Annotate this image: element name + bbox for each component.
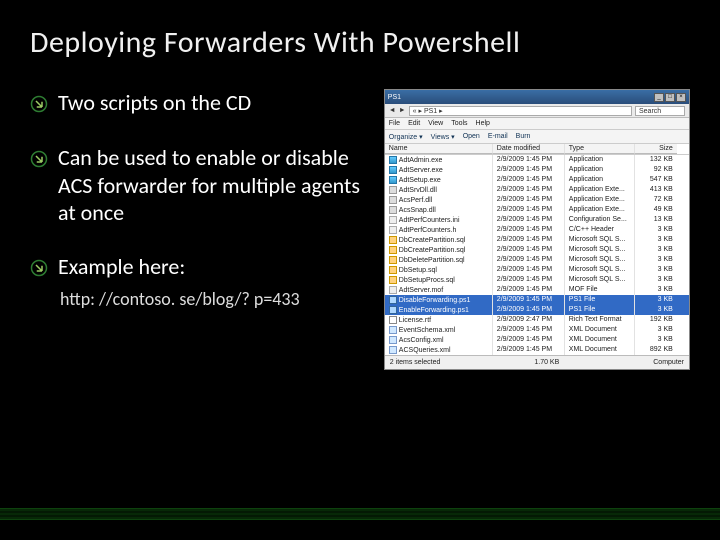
status-items: 2 items selected	[390, 359, 441, 366]
minimize-button[interactable]: _	[654, 93, 664, 102]
bullet-item: Two scripts on the CD	[30, 89, 366, 118]
search-field[interactable]: Search	[635, 106, 685, 116]
explorer-title: PS1	[388, 94, 401, 101]
file-row[interactable]: License.rtf2/9/2009 2:47 PMRich Text For…	[385, 315, 689, 325]
file-icon	[389, 316, 397, 324]
file-icon	[389, 186, 397, 194]
file-row[interactable]: DisableForwarding.ps12/9/2009 1:45 PMPS1…	[385, 295, 689, 305]
file-icon	[389, 296, 397, 304]
bullet-item: Can be used to enable or disable ACS for…	[30, 144, 366, 227]
tool-views[interactable]: Views ▾	[431, 133, 455, 141]
status-location: Computer	[653, 359, 684, 366]
file-row[interactable]: AcsConfig.xml2/9/2009 1:45 PMXML Documen…	[385, 335, 689, 345]
file-row[interactable]: EventSchema.xml2/9/2009 1:45 PMXML Docum…	[385, 325, 689, 335]
maximize-button[interactable]: □	[665, 93, 675, 102]
file-row[interactable]: DbCreatePartition.sql2/9/2009 1:45 PMMic…	[385, 245, 689, 255]
file-icon	[389, 256, 397, 264]
close-button[interactable]: ×	[676, 93, 686, 102]
menu-edit[interactable]: Edit	[408, 120, 420, 127]
file-icon	[389, 216, 397, 224]
file-icon	[389, 166, 397, 174]
menu-tools[interactable]: Tools	[451, 120, 467, 127]
tool-email[interactable]: E-mail	[488, 133, 508, 140]
bullet-arrow-icon	[30, 95, 48, 118]
file-icon	[389, 236, 397, 244]
file-icon	[389, 286, 397, 294]
tool-organize[interactable]: Organize ▾	[389, 133, 423, 141]
tool-burn[interactable]: Burn	[516, 133, 531, 140]
file-row[interactable]: AdtAdmin.exe2/9/2009 1:45 PMApplication1…	[385, 155, 689, 165]
col-type[interactable]: Type	[565, 144, 635, 154]
file-icon	[389, 346, 397, 354]
col-name[interactable]: Name	[385, 144, 493, 154]
file-row[interactable]: DbDeletePartition.sql2/9/2009 1:45 PMMic…	[385, 255, 689, 265]
explorer-filelist: AdtAdmin.exe2/9/2009 1:45 PMApplication1…	[385, 155, 689, 355]
decorative-stripe	[0, 508, 720, 520]
file-icon	[389, 176, 397, 184]
bullet-arrow-icon	[30, 150, 48, 173]
example-url: http: //contoso. se/blog/? p=433	[60, 288, 366, 310]
status-size: 1.70 KB	[534, 359, 559, 366]
bullet-arrow-icon	[30, 259, 48, 282]
file-icon	[389, 326, 397, 334]
explorer-menubar: File Edit View Tools Help	[385, 118, 689, 130]
tool-open[interactable]: Open	[463, 133, 480, 140]
explorer-addressbar: ◄ ► « ▸ PS1 ▸ Search	[385, 104, 689, 118]
file-row[interactable]: ACSQueries.xml2/9/2009 1:45 PMXML Docume…	[385, 345, 689, 355]
file-icon	[389, 156, 397, 164]
file-icon	[389, 336, 397, 344]
bullet-list: Two scripts on the CD Can be used to ena…	[30, 89, 366, 370]
file-row[interactable]: AdtPerfCounters.ini2/9/2009 1:45 PMConfi…	[385, 215, 689, 225]
file-row[interactable]: DbSetup.sql2/9/2009 1:45 PMMicrosoft SQL…	[385, 265, 689, 275]
explorer-window: PS1 _ □ × ◄ ► « ▸ PS1 ▸ Search File Edit…	[384, 89, 690, 370]
file-row[interactable]: AcsSnap.dll2/9/2009 1:45 PMApplication E…	[385, 205, 689, 215]
bullet-text: Two scripts on the CD	[58, 89, 251, 117]
file-row[interactable]: AdtSrvDll.dll2/9/2009 1:45 PMApplication…	[385, 185, 689, 195]
file-icon	[389, 206, 397, 214]
explorer-toolbar: Organize ▾ Views ▾ Open E-mail Burn	[385, 130, 689, 144]
file-icon	[389, 266, 397, 274]
file-row[interactable]: AdtServer.exe2/9/2009 1:45 PMApplication…	[385, 165, 689, 175]
bullet-item: Example here:	[30, 253, 366, 282]
explorer-titlebar: PS1 _ □ ×	[385, 90, 689, 104]
menu-help[interactable]: Help	[476, 120, 490, 127]
address-field[interactable]: « ▸ PS1 ▸	[409, 106, 632, 116]
menu-view[interactable]: View	[428, 120, 443, 127]
forward-icon[interactable]: ►	[399, 107, 406, 114]
explorer-columns: Name Date modified Type Size	[385, 144, 689, 155]
back-icon[interactable]: ◄	[389, 107, 396, 114]
col-date[interactable]: Date modified	[493, 144, 565, 154]
file-icon	[389, 276, 397, 284]
file-icon	[389, 226, 397, 234]
file-icon	[389, 196, 397, 204]
explorer-statusbar: 2 items selected 1.70 KB Computer	[385, 355, 689, 369]
file-row[interactable]: AdtPerfCounters.h2/9/2009 1:45 PMC/C++ H…	[385, 225, 689, 235]
file-row[interactable]: DbSetupProcs.sql2/9/2009 1:45 PMMicrosof…	[385, 275, 689, 285]
file-row[interactable]: AcsPerf.dll2/9/2009 1:45 PMApplication E…	[385, 195, 689, 205]
file-row[interactable]: DbCreatePartition.sql2/9/2009 1:45 PMMic…	[385, 235, 689, 245]
bullet-text: Example here:	[58, 253, 185, 281]
menu-file[interactable]: File	[389, 120, 400, 127]
file-row[interactable]: AdtSetup.exe2/9/2009 1:45 PMApplication5…	[385, 175, 689, 185]
bullet-text: Can be used to enable or disable ACS for…	[58, 144, 366, 227]
col-size[interactable]: Size	[635, 144, 677, 154]
file-icon	[389, 306, 397, 314]
file-icon	[389, 246, 397, 254]
slide-title: Deploying Forwarders With Powershell	[30, 24, 690, 61]
file-row[interactable]: AdtServer.mof2/9/2009 1:45 PMMOF File3 K…	[385, 285, 689, 295]
file-row[interactable]: EnableForwarding.ps12/9/2009 1:45 PMPS1 …	[385, 305, 689, 315]
